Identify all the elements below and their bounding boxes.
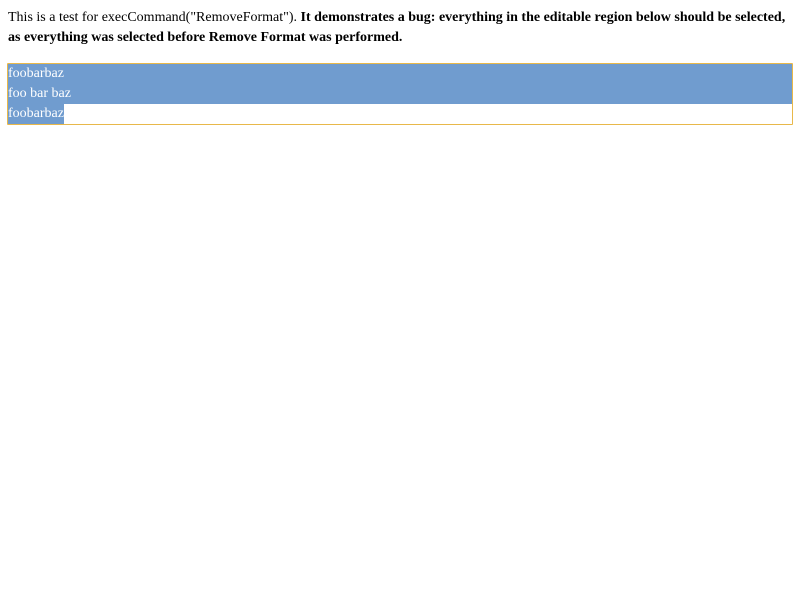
test-description: This is a test for execCommand("RemoveFo… xyxy=(8,8,792,48)
editable-region[interactable]: foobarbaz foo bar baz foobarbaz xyxy=(7,63,793,125)
editable-line-1[interactable]: foobarbaz xyxy=(8,64,792,84)
line-1-text: foobarbaz xyxy=(8,66,64,81)
intro-plain-text: This is a test for execCommand("RemoveFo… xyxy=(8,10,301,25)
editable-line-3[interactable]: foobarbaz xyxy=(8,104,792,124)
line-2-text: foo bar baz xyxy=(8,86,71,101)
editable-line-2[interactable]: foo bar baz xyxy=(8,84,792,104)
line-3-text: foobarbaz xyxy=(8,104,64,124)
